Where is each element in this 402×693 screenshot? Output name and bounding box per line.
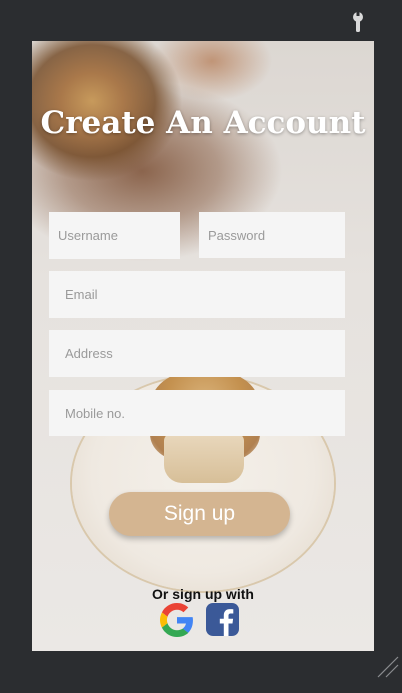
mobile-field[interactable] — [49, 390, 345, 436]
facebook-icon[interactable] — [206, 603, 239, 636]
username-field[interactable] — [49, 212, 180, 259]
page-title: Create An Account — [40, 105, 366, 141]
app-screen: Create An Account Sign up Or sign up wit… — [32, 41, 374, 651]
wrench-icon[interactable] — [350, 12, 366, 32]
email-field[interactable] — [49, 271, 345, 318]
resize-grip-icon[interactable] — [376, 655, 400, 679]
google-icon[interactable] — [160, 603, 194, 637]
social-signup-label: Or sign up with — [152, 586, 254, 602]
signup-button[interactable]: Sign up — [109, 492, 290, 536]
address-field[interactable] — [49, 330, 345, 377]
background-muffin-wrapper — [164, 433, 244, 483]
password-field[interactable] — [199, 212, 345, 258]
